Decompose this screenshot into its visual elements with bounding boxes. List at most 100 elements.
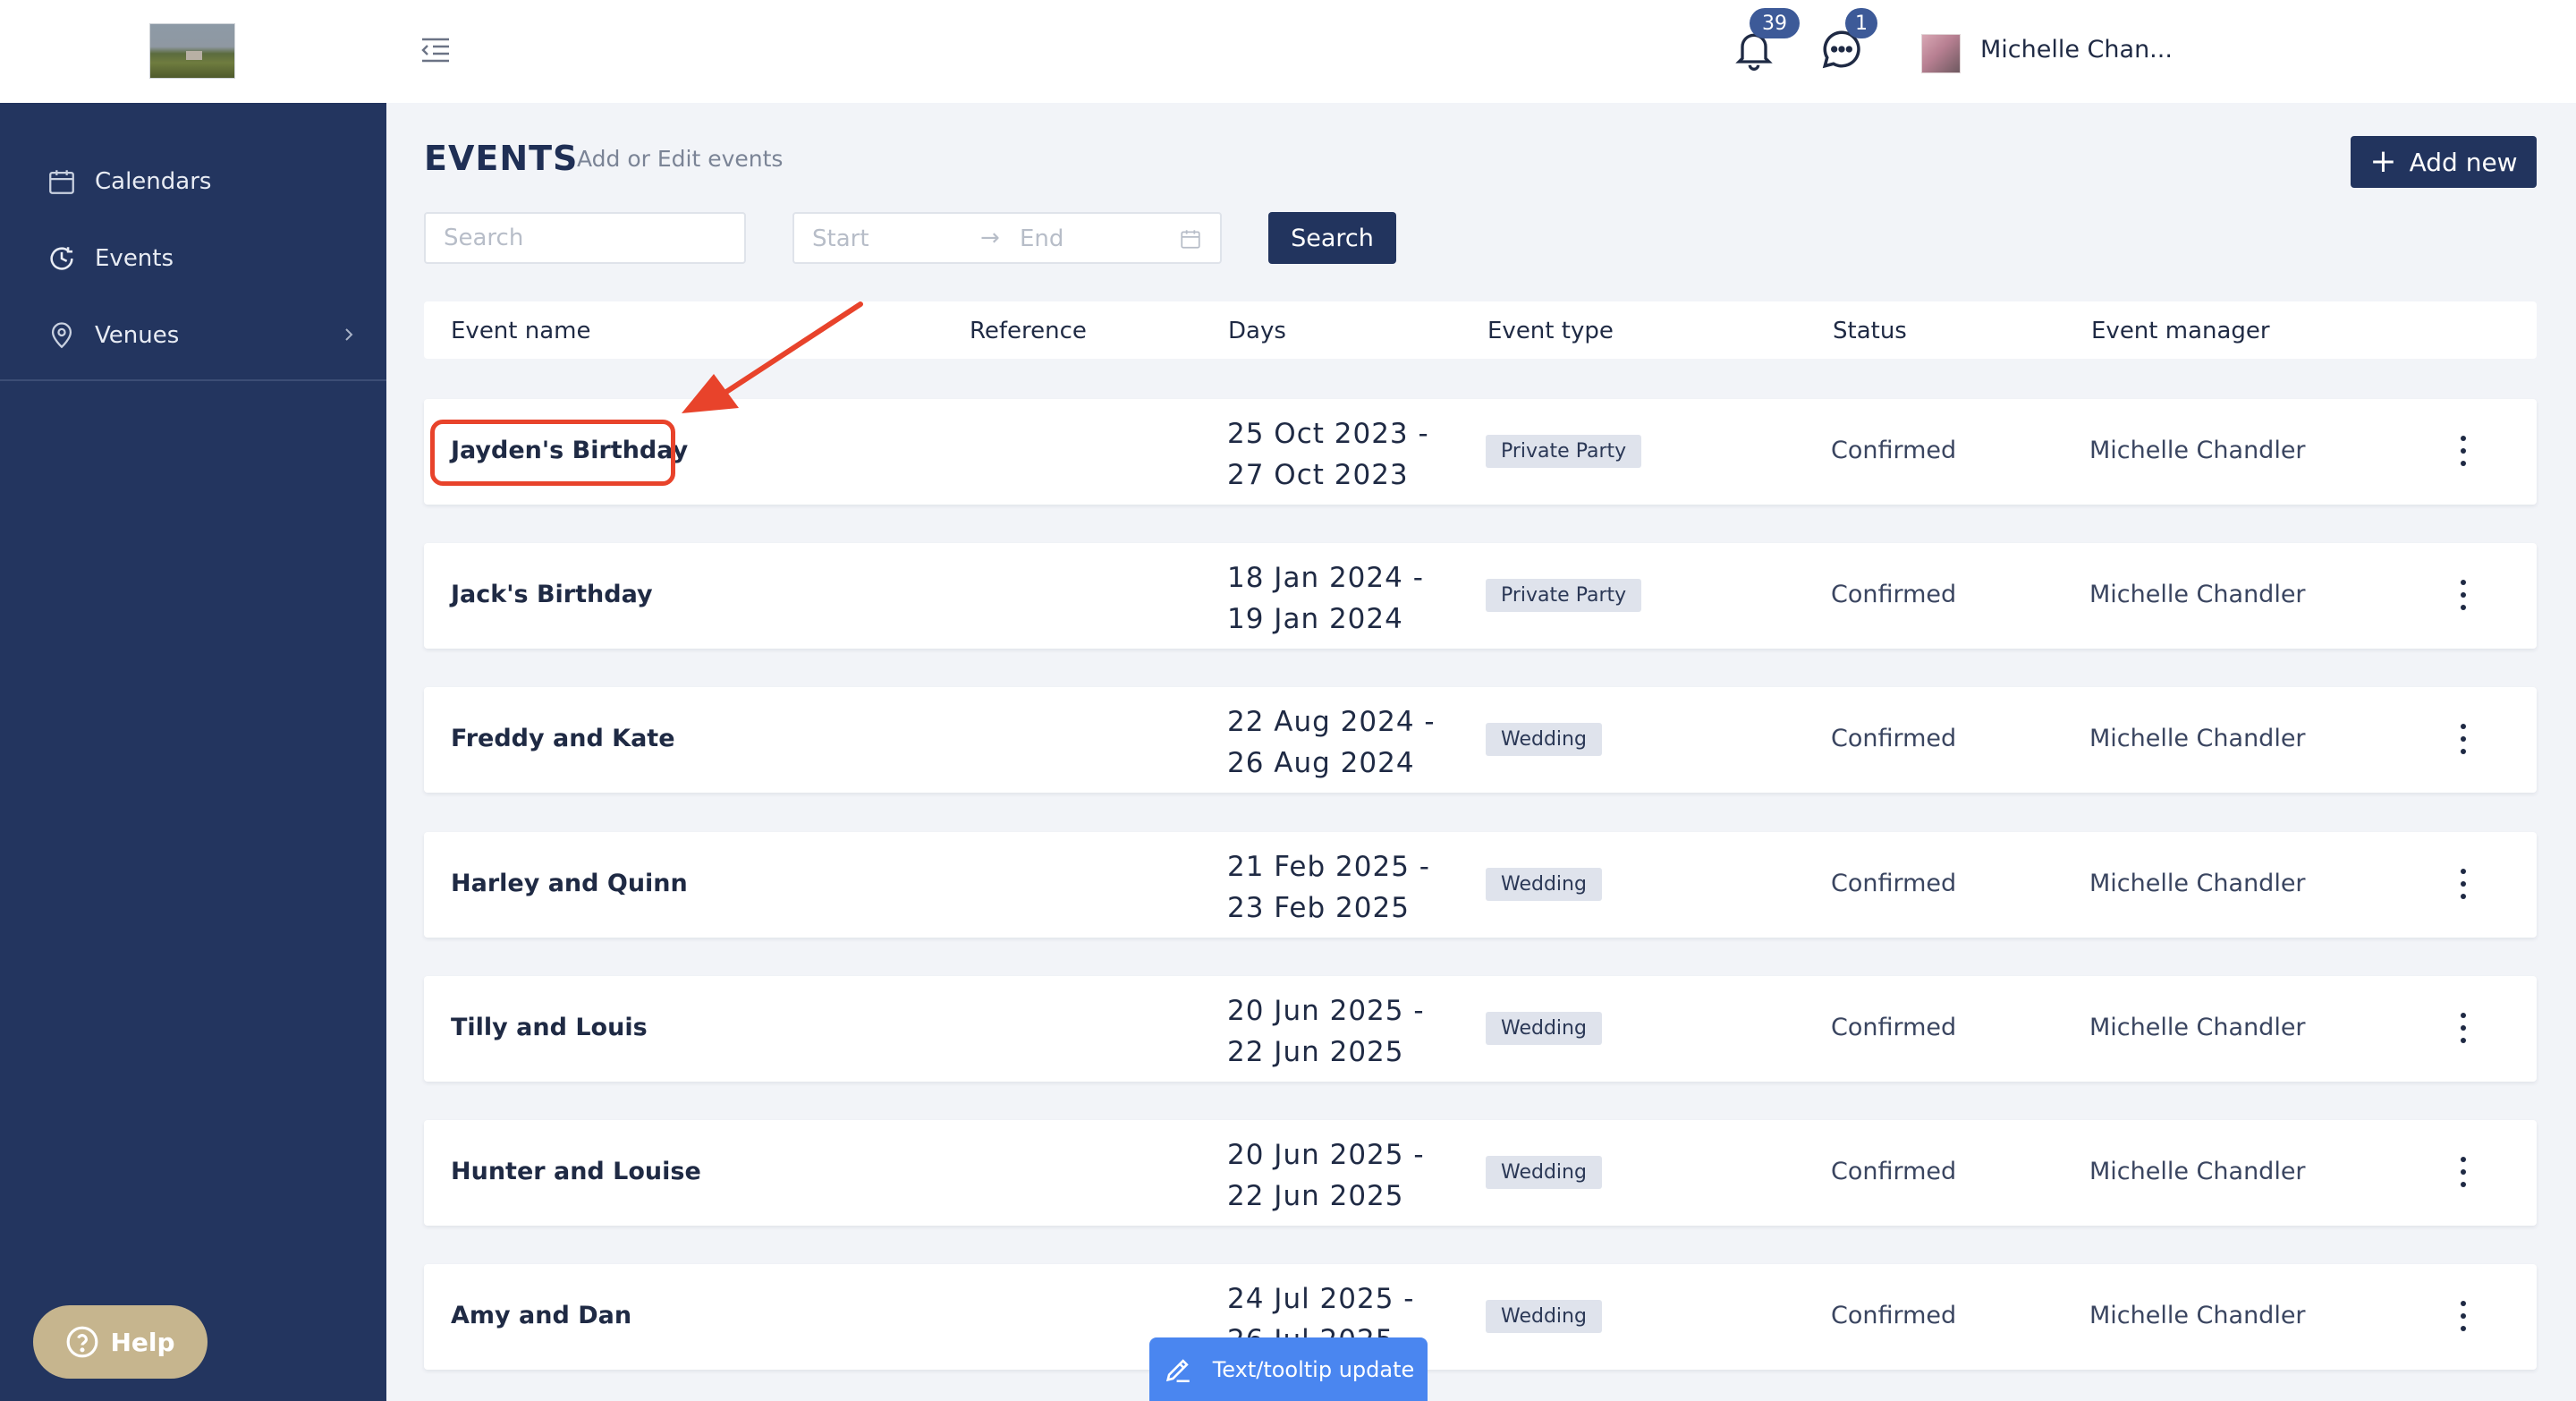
- event-end-date: 26 Aug 2024: [1227, 747, 1415, 779]
- help-label: Help: [110, 1327, 175, 1357]
- user-name[interactable]: Michelle Chan...: [1980, 36, 2173, 64]
- event-manager: Michelle Chandler: [2089, 581, 2306, 608]
- annotation-highlight-box: [430, 420, 675, 486]
- column-header-event-type[interactable]: Event type: [1487, 318, 1614, 344]
- event-end-date: 22 Jun 2025: [1227, 1180, 1404, 1212]
- more-vertical-icon[interactable]: [2453, 433, 2474, 469]
- sidebar-item-calendars[interactable]: Calendars: [0, 143, 386, 220]
- sidebar-item-venues[interactable]: Venues: [0, 297, 386, 374]
- pencil-icon: [1165, 1358, 1190, 1382]
- event-type-tag: Wedding: [1486, 723, 1602, 756]
- event-name-link[interactable]: Freddy and Kate: [451, 725, 675, 752]
- more-vertical-icon[interactable]: [2453, 1010, 2474, 1046]
- more-vertical-icon[interactable]: [2453, 1154, 2474, 1190]
- event-manager: Michelle Chandler: [2089, 437, 2306, 464]
- event-status: Confirmed: [1831, 1302, 1957, 1329]
- event-manager: Michelle Chandler: [2089, 1302, 2306, 1329]
- event-start-date: 25 Oct 2023 -: [1227, 418, 1429, 450]
- add-new-label: Add new: [2409, 147, 2518, 177]
- event-manager: Michelle Chandler: [2089, 1014, 2306, 1041]
- sidebar-item-label: Calendars: [95, 168, 212, 195]
- table-row[interactable]: Harley and Quinn 21 Feb 2025 - 23 Feb 20…: [424, 832, 2537, 938]
- event-manager: Michelle Chandler: [2089, 870, 2306, 897]
- event-name-link[interactable]: Tilly and Louis: [451, 1014, 648, 1041]
- event-status: Confirmed: [1831, 437, 1957, 464]
- event-days: 21 Feb 2025 - 23 Feb 2025: [1227, 846, 1430, 929]
- search-input[interactable]: [424, 212, 746, 264]
- column-header-event-manager[interactable]: Event manager: [2091, 318, 2270, 344]
- annotation-arrow: [682, 301, 863, 413]
- event-name-link[interactable]: Hunter and Louise: [451, 1158, 701, 1185]
- sidebar-divider: [0, 379, 386, 381]
- table-row[interactable]: Freddy and Kate 22 Aug 2024 - 26 Aug 202…: [424, 687, 2537, 793]
- more-vertical-icon[interactable]: [2453, 721, 2474, 757]
- column-header-event-name[interactable]: Event name: [451, 318, 590, 344]
- calendar-icon: [49, 170, 74, 194]
- venue-logo[interactable]: [149, 23, 235, 79]
- event-type-tag: Wedding: [1486, 868, 1602, 901]
- more-vertical-icon[interactable]: [2453, 577, 2474, 613]
- sidebar-item-label: Venues: [95, 322, 180, 349]
- column-header-days[interactable]: Days: [1228, 318, 1286, 344]
- event-days: 22 Aug 2024 - 26 Aug 2024: [1227, 701, 1436, 784]
- avatar[interactable]: [1921, 34, 1961, 73]
- table-row[interactable]: Tilly and Louis 20 Jun 2025 - 22 Jun 202…: [424, 976, 2537, 1082]
- event-start-date: 22 Aug 2024 -: [1227, 706, 1436, 738]
- event-type-tag: Wedding: [1486, 1012, 1602, 1045]
- more-vertical-icon[interactable]: [2453, 866, 2474, 902]
- end-date-field[interactable]: End: [1020, 225, 1063, 252]
- event-name-link[interactable]: Jack's Birthday: [451, 581, 653, 608]
- event-end-date: 19 Jan 2024: [1227, 603, 1403, 635]
- more-vertical-icon[interactable]: [2453, 1298, 2474, 1334]
- table-row[interactable]: Jack's Birthday 18 Jan 2024 - 19 Jan 202…: [424, 543, 2537, 649]
- table-row[interactable]: Hunter and Louise 20 Jun 2025 - 22 Jun 2…: [424, 1120, 2537, 1226]
- event-start-date: 20 Jun 2025 -: [1227, 1139, 1425, 1171]
- event-manager: Michelle Chandler: [2089, 725, 2306, 752]
- event-name-link[interactable]: Harley and Quinn: [451, 870, 688, 897]
- column-header-status[interactable]: Status: [1833, 318, 1907, 344]
- event-name-link[interactable]: Amy and Dan: [451, 1302, 631, 1329]
- event-days: 25 Oct 2023 - 27 Oct 2023: [1227, 413, 1429, 496]
- tooltip-update-label: Text/tooltip update: [1212, 1356, 1415, 1382]
- event-type-tag: Wedding: [1486, 1156, 1602, 1189]
- help-button[interactable]: Help: [33, 1305, 208, 1379]
- page-subtitle: Add or Edit events: [577, 146, 784, 172]
- menu-collapse-icon[interactable]: [419, 34, 453, 66]
- event-start-date: 21 Feb 2025 -: [1227, 851, 1430, 883]
- search-button[interactable]: Search: [1268, 212, 1396, 264]
- top-bar: [386, 0, 2576, 103]
- sidebar-item-label: Events: [95, 245, 174, 272]
- event-start-date: 18 Jan 2024 -: [1227, 562, 1424, 594]
- sidebar-item-events[interactable]: Events: [0, 220, 386, 297]
- arrow-right-icon: →: [980, 225, 1000, 251]
- event-start-date: 20 Jun 2025 -: [1227, 995, 1425, 1027]
- event-start-date: 24 Jul 2025 -: [1227, 1283, 1415, 1315]
- messages-badge: 1: [1845, 8, 1877, 38]
- calendar-icon[interactable]: [1179, 227, 1202, 250]
- event-status: Confirmed: [1831, 581, 1957, 608]
- event-type-tag: Private Party: [1486, 435, 1642, 468]
- question-circle-icon: [67, 1326, 98, 1358]
- notifications-badge: 39: [1750, 8, 1800, 38]
- event-type-tag: Private Party: [1486, 579, 1642, 612]
- event-type-tag: Wedding: [1486, 1300, 1602, 1333]
- text-tooltip-update-button[interactable]: Text/tooltip update: [1149, 1337, 1428, 1401]
- clock-history-icon: [50, 247, 73, 270]
- event-days: 20 Jun 2025 - 22 Jun 2025: [1227, 1134, 1425, 1217]
- event-status: Confirmed: [1831, 1158, 1957, 1185]
- date-range-picker[interactable]: Start → End: [792, 212, 1222, 264]
- sidebar: Calendars Events Venues Help: [0, 0, 386, 1401]
- event-status: Confirmed: [1831, 870, 1957, 897]
- page-title: EVENTS: [424, 139, 579, 178]
- event-end-date: 22 Jun 2025: [1227, 1036, 1404, 1068]
- event-status: Confirmed: [1831, 1014, 1957, 1041]
- add-new-button[interactable]: + Add new: [2351, 136, 2537, 188]
- column-header-reference[interactable]: Reference: [970, 318, 1087, 344]
- event-end-date: 27 Oct 2023: [1227, 459, 1409, 491]
- event-days: 18 Jan 2024 - 19 Jan 2024: [1227, 557, 1424, 640]
- event-end-date: 23 Feb 2025: [1227, 892, 1410, 924]
- table-row[interactable]: Amy and Dan 24 Jul 2025 - 26 Jul 2025 We…: [424, 1264, 2537, 1370]
- start-date-field[interactable]: Start: [812, 225, 869, 252]
- location-pin-icon: [51, 322, 72, 349]
- event-days: 20 Jun 2025 - 22 Jun 2025: [1227, 990, 1425, 1073]
